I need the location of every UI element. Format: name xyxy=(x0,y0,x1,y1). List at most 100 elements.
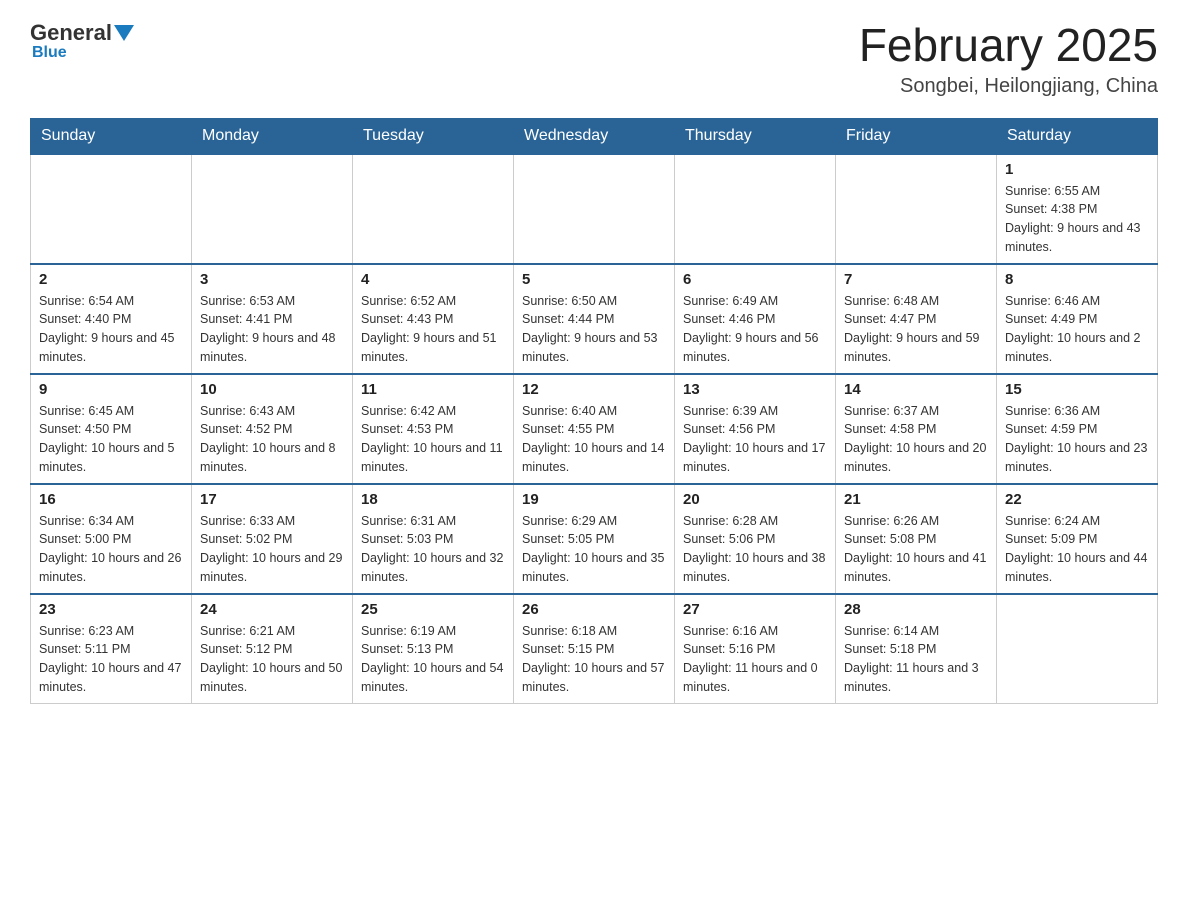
day-info: Sunrise: 6:55 AM Sunset: 4:38 PM Dayligh… xyxy=(1005,182,1149,257)
day-info: Sunrise: 6:26 AM Sunset: 5:08 PM Dayligh… xyxy=(844,512,988,587)
day-number: 21 xyxy=(844,491,988,508)
calendar-cell: 21 Sunrise: 6:26 AM Sunset: 5:08 PM Dayli… xyxy=(836,484,997,594)
day-info: Sunrise: 6:46 AM Sunset: 4:49 PM Dayligh… xyxy=(1005,292,1149,367)
week-row-4: 16 Sunrise: 6:34 AM Sunset: 5:00 PM Dayli… xyxy=(31,484,1158,594)
calendar-cell: 12 Sunrise: 6:40 AM Sunset: 4:55 PM Dayli… xyxy=(514,374,675,484)
calendar-header-thursday: Thursday xyxy=(675,118,836,154)
day-number: 28 xyxy=(844,601,988,618)
day-number: 24 xyxy=(200,601,344,618)
calendar-cell: 19 Sunrise: 6:29 AM Sunset: 5:05 PM Dayli… xyxy=(514,484,675,594)
calendar-header-friday: Friday xyxy=(836,118,997,154)
location-title: Songbei, Heilongjiang, China xyxy=(859,75,1158,98)
calendar-cell xyxy=(675,154,836,264)
calendar-cell: 6 Sunrise: 6:49 AM Sunset: 4:46 PM Daylig… xyxy=(675,264,836,374)
day-number: 19 xyxy=(522,491,666,508)
calendar-table: SundayMondayTuesdayWednesdayThursdayFrid… xyxy=(30,118,1158,704)
day-info: Sunrise: 6:23 AM Sunset: 5:11 PM Dayligh… xyxy=(39,622,183,697)
day-info: Sunrise: 6:49 AM Sunset: 4:46 PM Dayligh… xyxy=(683,292,827,367)
calendar-cell xyxy=(997,594,1158,704)
calendar-cell: 9Sunrise: 6:45 AM Sunset: 4:50 PM Daylig… xyxy=(31,374,192,484)
calendar-cell: 20Sunrise: 6:28 AM Sunset: 5:06 PM Dayli… xyxy=(675,484,836,594)
calendar-header-sunday: Sunday xyxy=(31,118,192,154)
day-info: Sunrise: 6:14 AM Sunset: 5:18 PM Dayligh… xyxy=(844,622,988,697)
calendar-cell: 27Sunrise: 6:16 AM Sunset: 5:16 PM Dayli… xyxy=(675,594,836,704)
calendar-cell xyxy=(353,154,514,264)
calendar-cell: 2 Sunrise: 6:54 AM Sunset: 4:40 PM Daylig… xyxy=(31,264,192,374)
calendar-cell xyxy=(514,154,675,264)
day-info: Sunrise: 6:31 AM Sunset: 5:03 PM Dayligh… xyxy=(361,512,505,587)
calendar-cell: 18 Sunrise: 6:31 AM Sunset: 5:03 PM Dayli… xyxy=(353,484,514,594)
day-info: Sunrise: 6:34 AM Sunset: 5:00 PM Dayligh… xyxy=(39,512,183,587)
day-number: 1 xyxy=(1005,161,1149,178)
day-info: Sunrise: 6:18 AM Sunset: 5:15 PM Dayligh… xyxy=(522,622,666,697)
logo-triangle-icon xyxy=(114,25,134,41)
calendar-cell: 23 Sunrise: 6:23 AM Sunset: 5:11 PM Dayli… xyxy=(31,594,192,704)
calendar-cell: 7 Sunrise: 6:48 AM Sunset: 4:47 PM Daylig… xyxy=(836,264,997,374)
logo-general: General xyxy=(30,20,112,46)
day-info: Sunrise: 6:37 AM Sunset: 4:58 PM Dayligh… xyxy=(844,402,988,477)
calendar-cell xyxy=(192,154,353,264)
calendar-cell: 25 Sunrise: 6:19 AM Sunset: 5:13 PM Dayli… xyxy=(353,594,514,704)
day-number: 14 xyxy=(844,381,988,398)
calendar-header-tuesday: Tuesday xyxy=(353,118,514,154)
day-number: 23 xyxy=(39,601,183,618)
day-number: 12 xyxy=(522,381,666,398)
calendar-header-saturday: Saturday xyxy=(997,118,1158,154)
calendar-cell: 5 Sunrise: 6:50 AM Sunset: 4:44 PM Daylig… xyxy=(514,264,675,374)
day-info: Sunrise: 6:52 AM Sunset: 4:43 PM Dayligh… xyxy=(361,292,505,367)
day-info: Sunrise: 6:29 AM Sunset: 5:05 PM Dayligh… xyxy=(522,512,666,587)
calendar-cell: 1 Sunrise: 6:55 AM Sunset: 4:38 PM Daylig… xyxy=(997,154,1158,264)
calendar-cell: 3 Sunrise: 6:53 AM Sunset: 4:41 PM Daylig… xyxy=(192,264,353,374)
calendar-cell: 16 Sunrise: 6:34 AM Sunset: 5:00 PM Dayli… xyxy=(31,484,192,594)
calendar-cell: 11 Sunrise: 6:42 AM Sunset: 4:53 PM Dayli… xyxy=(353,374,514,484)
month-title: February 2025 xyxy=(859,20,1158,71)
week-row-3: 9Sunrise: 6:45 AM Sunset: 4:50 PM Daylig… xyxy=(31,374,1158,484)
logo-blue: Blue xyxy=(32,44,67,62)
day-number: 18 xyxy=(361,491,505,508)
calendar-cell: 10Sunrise: 6:43 AM Sunset: 4:52 PM Dayli… xyxy=(192,374,353,484)
day-number: 16 xyxy=(39,491,183,508)
week-row-2: 2 Sunrise: 6:54 AM Sunset: 4:40 PM Daylig… xyxy=(31,264,1158,374)
week-row-5: 23 Sunrise: 6:23 AM Sunset: 5:11 PM Dayli… xyxy=(31,594,1158,704)
day-number: 26 xyxy=(522,601,666,618)
day-number: 25 xyxy=(361,601,505,618)
calendar-header-wednesday: Wednesday xyxy=(514,118,675,154)
day-number: 11 xyxy=(361,381,505,398)
day-number: 15 xyxy=(1005,381,1149,398)
calendar-cell: 17 Sunrise: 6:33 AM Sunset: 5:02 PM Dayli… xyxy=(192,484,353,594)
day-info: Sunrise: 6:39 AM Sunset: 4:56 PM Dayligh… xyxy=(683,402,827,477)
day-info: Sunrise: 6:19 AM Sunset: 5:13 PM Dayligh… xyxy=(361,622,505,697)
calendar-header-monday: Monday xyxy=(192,118,353,154)
day-info: Sunrise: 6:50 AM Sunset: 4:44 PM Dayligh… xyxy=(522,292,666,367)
day-info: Sunrise: 6:45 AM Sunset: 4:50 PM Dayligh… xyxy=(39,402,183,477)
day-info: Sunrise: 6:48 AM Sunset: 4:47 PM Dayligh… xyxy=(844,292,988,367)
week-row-1: 1 Sunrise: 6:55 AM Sunset: 4:38 PM Daylig… xyxy=(31,154,1158,264)
day-number: 17 xyxy=(200,491,344,508)
day-number: 6 xyxy=(683,271,827,288)
calendar-cell: 28 Sunrise: 6:14 AM Sunset: 5:18 PM Dayli… xyxy=(836,594,997,704)
day-info: Sunrise: 6:42 AM Sunset: 4:53 PM Dayligh… xyxy=(361,402,505,477)
day-info: Sunrise: 6:36 AM Sunset: 4:59 PM Dayligh… xyxy=(1005,402,1149,477)
day-number: 13 xyxy=(683,381,827,398)
title-block: February 2025 Songbei, Heilongjiang, Chi… xyxy=(859,20,1158,98)
day-number: 22 xyxy=(1005,491,1149,508)
calendar-cell: 26 Sunrise: 6:18 AM Sunset: 5:15 PM Dayli… xyxy=(514,594,675,704)
day-number: 8 xyxy=(1005,271,1149,288)
day-number: 7 xyxy=(844,271,988,288)
day-number: 5 xyxy=(522,271,666,288)
day-number: 3 xyxy=(200,271,344,288)
calendar-header-row: SundayMondayTuesdayWednesdayThursdayFrid… xyxy=(31,118,1158,154)
day-info: Sunrise: 6:33 AM Sunset: 5:02 PM Dayligh… xyxy=(200,512,344,587)
logo: General Blue xyxy=(30,20,136,62)
calendar-cell: 14 Sunrise: 6:37 AM Sunset: 4:58 PM Dayli… xyxy=(836,374,997,484)
calendar-cell: 24Sunrise: 6:21 AM Sunset: 5:12 PM Dayli… xyxy=(192,594,353,704)
day-number: 4 xyxy=(361,271,505,288)
day-info: Sunrise: 6:54 AM Sunset: 4:40 PM Dayligh… xyxy=(39,292,183,367)
calendar-cell: 4 Sunrise: 6:52 AM Sunset: 4:43 PM Daylig… xyxy=(353,264,514,374)
calendar-cell xyxy=(31,154,192,264)
day-info: Sunrise: 6:28 AM Sunset: 5:06 PM Dayligh… xyxy=(683,512,827,587)
day-info: Sunrise: 6:53 AM Sunset: 4:41 PM Dayligh… xyxy=(200,292,344,367)
day-info: Sunrise: 6:40 AM Sunset: 4:55 PM Dayligh… xyxy=(522,402,666,477)
day-number: 2 xyxy=(39,271,183,288)
calendar-cell: 22Sunrise: 6:24 AM Sunset: 5:09 PM Dayli… xyxy=(997,484,1158,594)
